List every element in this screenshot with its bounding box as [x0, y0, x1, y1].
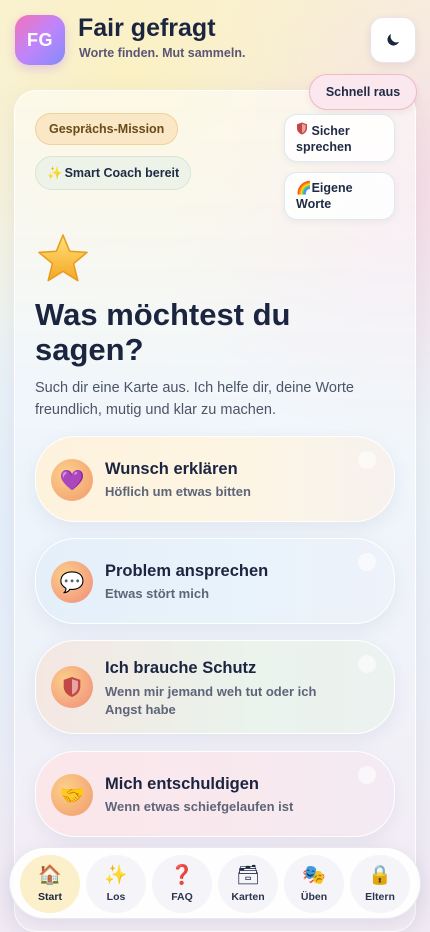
own-words-label-1: Eigene	[311, 181, 353, 195]
sparkles-icon: ✨	[47, 165, 63, 180]
decorative-dot	[358, 451, 376, 469]
page-lead-text: Such dir eine Karte aus. Ich helfe dir, …	[35, 380, 354, 418]
safe-speaking-label-2: sprechen	[296, 140, 352, 154]
app-title: Fair gefragt	[78, 14, 216, 42]
safe-speaking-button[interactable]: Sicher sprechen	[284, 114, 395, 162]
nav-label: Karten	[231, 891, 265, 903]
coach-badge: ✨ Smart Coach bereit	[35, 156, 192, 190]
nav-item-eltern[interactable]: 🔒 Eltern	[350, 855, 410, 913]
purple-heart-icon: 💜	[51, 459, 93, 501]
option-card-apology[interactable]: 🤝 Mich entschuldigen Wenn etwas schiefge…	[35, 751, 395, 837]
option-title: Ich brauche Schutz	[105, 659, 257, 677]
own-words-button[interactable]: 🌈Eigene Worte	[284, 172, 395, 220]
app-subtitle: Worte finden. Mut sammeln.	[79, 46, 246, 60]
app-logo: FG	[15, 15, 65, 65]
nav-label: Üben	[300, 891, 328, 903]
lock-icon: 🔒	[368, 865, 392, 886]
question-mark-icon: ❓	[170, 865, 194, 886]
nav-item-karten[interactable]: 🗃 Karten	[218, 855, 278, 913]
handshake-icon: 🤝	[51, 774, 93, 816]
nav-label: Los	[106, 891, 126, 903]
mission-badge: Gesprächs-Mission	[35, 113, 179, 145]
bottom-navigation: 🏠 Start ✨ Los ❓ FAQ 🗃 Karten 🎭 Üben 🔒 El…	[9, 847, 421, 919]
nav-item-ueben[interactable]: 🎭 Üben	[284, 855, 344, 913]
option-title: Problem ansprechen	[105, 562, 269, 580]
theme-toggle-button[interactable]	[370, 17, 416, 63]
rainbow-icon: 🌈	[296, 181, 312, 195]
speech-bubble-icon: 💬	[51, 561, 93, 603]
shield-icon	[51, 666, 93, 708]
nav-item-start[interactable]: 🏠 Start	[20, 855, 80, 913]
nav-label: FAQ	[171, 891, 193, 903]
moon-icon	[387, 34, 399, 46]
option-subtitle: Höflich um etwas bitten	[105, 484, 251, 499]
app-header: FG Fair gefragt Worte finden. Mut sammel…	[0, 0, 430, 80]
logo-text: FG	[27, 29, 53, 50]
sparkles-icon: ✨	[104, 865, 128, 886]
decorative-dot	[358, 766, 376, 784]
option-card-problem[interactable]: 💬 Problem ansprechen Etwas stört mich	[35, 538, 395, 624]
own-words-label-2: Worte	[296, 197, 332, 211]
option-subtitle: Etwas stört mich	[105, 586, 210, 601]
option-card-wish[interactable]: 💜 Wunsch erklären Höflich um etwas bitte…	[35, 436, 395, 522]
nav-label: Eltern	[365, 891, 395, 903]
decorative-dot	[358, 655, 376, 673]
option-title: Wunsch erklären	[105, 460, 238, 478]
coach-badge-label: Smart Coach bereit	[64, 166, 180, 180]
nav-label: Start	[38, 891, 62, 903]
quick-exit-button[interactable]: Schnell raus	[309, 74, 417, 110]
shield-icon	[296, 122, 311, 138]
theater-masks-icon: 🎭	[302, 865, 326, 886]
nav-item-faq[interactable]: ❓ FAQ	[152, 855, 212, 913]
card-box-icon: 🗃	[235, 865, 261, 886]
page-title: Was möchtest du sagen?	[35, 297, 291, 367]
safe-speaking-label-1: Sicher	[311, 124, 350, 138]
option-card-protection[interactable]: Ich brauche Schutz Wenn mir jemand weh t…	[35, 640, 395, 734]
house-icon: 🏠	[38, 865, 62, 886]
star-icon	[36, 232, 90, 286]
option-subtitle: Wenn mir jemand weh tut oder ich Angst h…	[105, 684, 317, 717]
nav-item-los[interactable]: ✨ Los	[86, 855, 146, 913]
option-subtitle: Wenn etwas schiefgelaufen ist	[105, 799, 294, 814]
option-title: Mich entschuldigen	[105, 775, 260, 793]
decorative-dot	[358, 553, 376, 571]
